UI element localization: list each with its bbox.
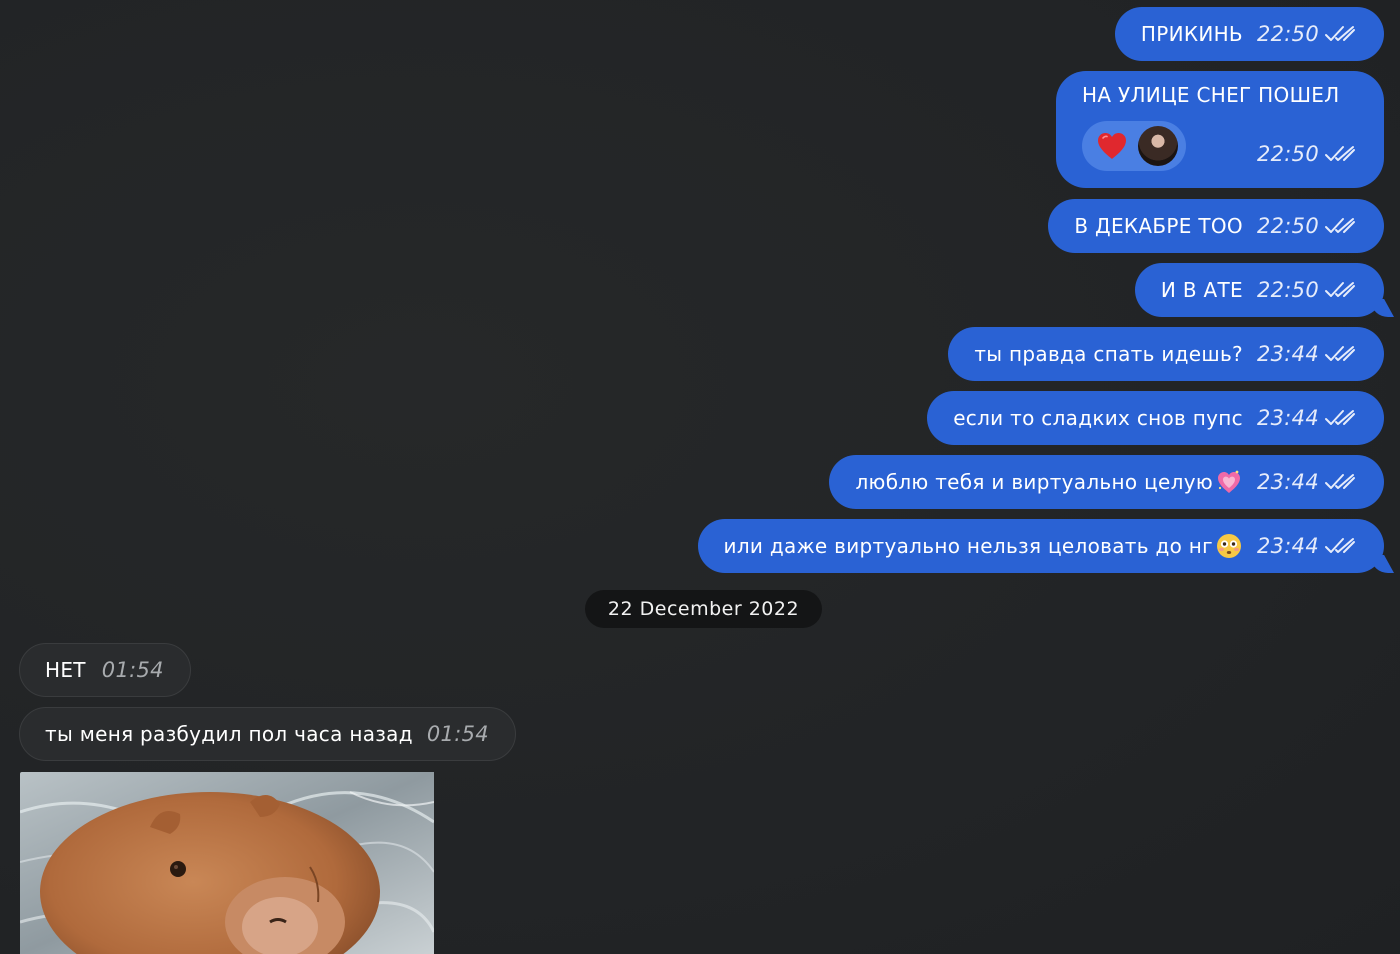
- photo-image: [20, 772, 434, 954]
- message-time: 22:50: [1256, 142, 1319, 166]
- flushed-face-icon: [1216, 534, 1241, 558]
- outgoing-message[interactable]: ты правда спать идешь? 23:44: [948, 327, 1384, 381]
- double-check-icon: [1325, 346, 1355, 361]
- outgoing-message[interactable]: люблю тебя и виртуально целую 23:44: [829, 455, 1384, 509]
- date-separator: 22 December 2022: [585, 590, 822, 628]
- incoming-message[interactable]: НЕТ 01:54: [19, 643, 191, 697]
- chat-history[interactable]: ПРИКИНЬ 22:50 НА УЛИЦЕ СНЕГ ПОШЕЛ 22:50 …: [0, 0, 1400, 954]
- message-text: И В АТЕ: [1160, 278, 1243, 302]
- message-text: если то сладких снов пупс: [953, 406, 1243, 430]
- outgoing-message[interactable]: если то сладких снов пупс 23:44: [927, 391, 1384, 445]
- outgoing-message[interactable]: В ДЕКАБРЕ ТОО 22:50: [1048, 199, 1384, 253]
- double-check-icon: [1325, 410, 1355, 425]
- avatar: [1138, 126, 1178, 166]
- message-text: ты меня разбудил пол часа назад: [45, 722, 413, 746]
- message-meta: 22:50: [1257, 22, 1356, 46]
- sparkling-heart-icon: [1217, 470, 1240, 493]
- message-text: люблю тебя и виртуально целую: [855, 470, 1213, 494]
- message-meta: 23:44: [1257, 534, 1356, 558]
- message-time: 01:54: [101, 658, 164, 682]
- double-check-icon: [1325, 282, 1355, 297]
- message-meta: 22:50: [1257, 142, 1356, 166]
- message-time: 22:50: [1256, 22, 1319, 46]
- double-check-icon: [1325, 218, 1355, 233]
- message-text: НА УЛИЦЕ СНЕГ ПОШЕЛ: [1082, 83, 1340, 107]
- message-time: 23:44: [1256, 534, 1319, 558]
- incoming-message[interactable]: ты меня разбудил пол часа назад 01:54: [19, 707, 516, 761]
- message-meta: 22:50: [1257, 214, 1356, 238]
- reaction-chip[interactable]: [1082, 121, 1186, 171]
- message-text: В ДЕКАБРЕ ТОО: [1074, 214, 1243, 238]
- double-check-icon: [1325, 538, 1355, 553]
- message-text: или даже виртуально нельзя целовать до н…: [723, 534, 1213, 558]
- message-meta: 23:44: [1257, 342, 1356, 366]
- outgoing-message[interactable]: ПРИКИНЬ 22:50: [1114, 7, 1384, 61]
- outgoing-message[interactable]: И В АТЕ 22:50: [1134, 263, 1384, 317]
- message-text: ПРИКИНЬ: [1140, 22, 1243, 46]
- message-text: ты правда спать идешь?: [974, 342, 1243, 366]
- message-time: 23:44: [1256, 342, 1319, 366]
- message-time: 01:54: [426, 722, 489, 746]
- outgoing-message[interactable]: НА УЛИЦЕ СНЕГ ПОШЕЛ 22:50: [1056, 71, 1384, 188]
- message-meta: 22:50: [1257, 278, 1356, 302]
- message-time: 22:50: [1256, 214, 1319, 238]
- message-time: 23:44: [1256, 406, 1319, 430]
- capybara-photo[interactable]: [20, 772, 434, 954]
- double-check-icon: [1325, 146, 1355, 161]
- red-heart-icon: [1098, 133, 1126, 159]
- message-meta: 23:44: [1257, 470, 1356, 494]
- double-check-icon: [1325, 474, 1355, 489]
- message-time: 23:44: [1256, 470, 1319, 494]
- double-check-icon: [1325, 26, 1355, 41]
- message-text: НЕТ: [45, 658, 86, 682]
- message-meta: 23:44: [1257, 406, 1356, 430]
- message-time: 22:50: [1256, 278, 1319, 302]
- outgoing-message[interactable]: или даже виртуально нельзя целовать до н…: [697, 519, 1384, 573]
